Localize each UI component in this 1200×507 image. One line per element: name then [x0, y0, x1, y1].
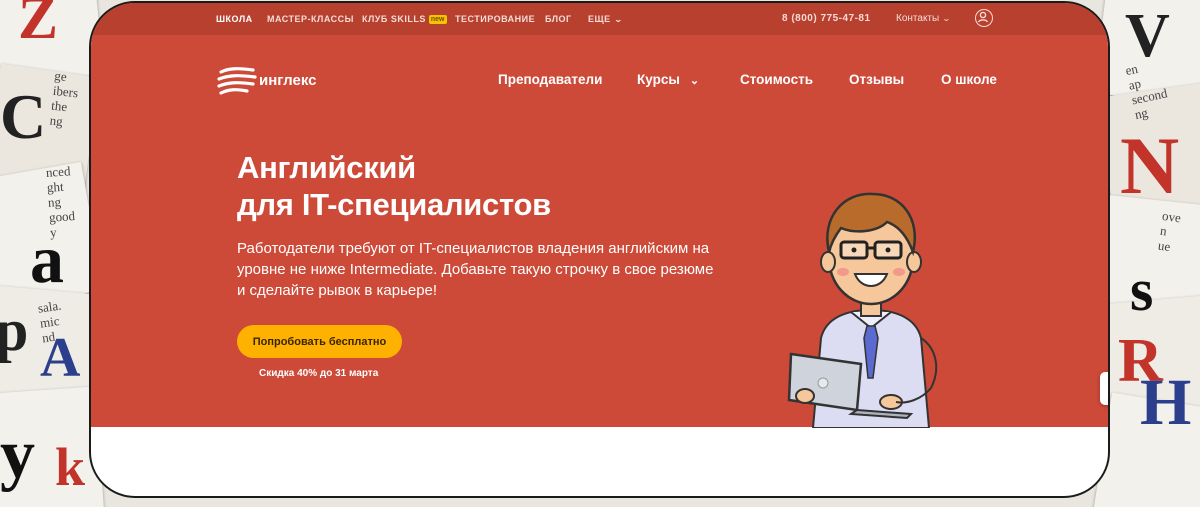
nav-teachers[interactable]: Преподаватели	[498, 72, 602, 87]
phone-number[interactable]: 8 (800) 775-47-81	[782, 13, 871, 24]
ask-question-bubble[interactable]: Задать вопрос	[1100, 372, 1108, 405]
skills-club-label: КЛУБ SKILLS	[362, 14, 426, 24]
contacts-label: Контакты	[896, 13, 940, 24]
topbar-link-school[interactable]: ШКОЛА	[216, 14, 253, 24]
topbar-link-masterclasses[interactable]: МАСТЕР-КЛАССЫ	[267, 14, 354, 24]
new-badge: new	[428, 15, 447, 24]
title-line-1: Английский	[237, 150, 416, 185]
nav-courses-label: Курсы	[637, 72, 680, 87]
nav-about[interactable]: О школе	[941, 72, 997, 87]
page-title: Английский для IT-специалистов	[237, 149, 551, 223]
logo-icon	[217, 67, 257, 95]
browser-frame: ШКОЛА МАСТЕР-КЛАССЫ КЛУБ SKILLS new ТЕСТИ…	[89, 1, 1110, 498]
nav-courses[interactable]: Курсы ⌄	[637, 72, 699, 87]
hero-section: ШКОЛА МАСТЕР-КЛАССЫ КЛУБ SKILLS new ТЕСТИ…	[91, 3, 1108, 428]
chevron-down-icon: ⌄	[613, 15, 623, 24]
hero-description: Работодатели требуют от IT-специалистов …	[237, 240, 714, 299]
more-label: ЕЩЕ	[588, 14, 611, 24]
contacts-dropdown[interactable]: Контакты ⌄	[896, 13, 951, 24]
try-free-button[interactable]: Попробовать бесплатно	[237, 325, 402, 358]
chevron-down-icon: ⌄	[689, 75, 700, 87]
discount-note: Скидка 40% до 31 марта	[259, 368, 379, 379]
developer-illustration	[787, 192, 938, 428]
topbar-link-skills-club[interactable]: КЛУБ SKILLS new	[362, 14, 447, 24]
chevron-down-icon: ⌄	[942, 14, 951, 23]
nav-pricing[interactable]: Стоимость	[740, 72, 813, 87]
title-line-2: для IT-специалистов	[237, 187, 551, 222]
topbar-link-blog[interactable]: БЛОГ	[545, 14, 572, 24]
topbar-link-more[interactable]: ЕЩЕ ⌄	[588, 14, 622, 24]
top-bar: ШКОЛА МАСТЕР-КЛАССЫ КЛУБ SKILLS new ТЕСТИ…	[91, 3, 1108, 35]
logo-text: инглекс	[259, 72, 317, 89]
profile-icon[interactable]	[975, 9, 993, 27]
nav-reviews[interactable]: Отзывы	[849, 72, 904, 87]
topbar-link-testing[interactable]: ТЕСТИРОВАНИЕ	[455, 14, 535, 24]
logo[interactable]: инглекс	[217, 66, 327, 98]
